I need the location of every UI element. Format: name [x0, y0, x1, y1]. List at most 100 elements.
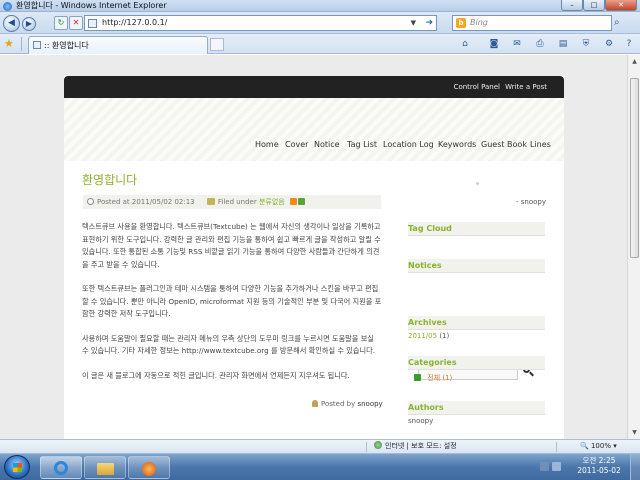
blog-page: Control Panel Write a Post Home Cover No…: [64, 76, 564, 439]
stop-icon[interactable]: ✕: [69, 16, 83, 30]
feeds-icon[interactable]: ◙: [487, 38, 501, 50]
clock-time: 오전 2:25: [582, 456, 616, 465]
scroll-down-icon[interactable]: ▼: [630, 428, 639, 437]
tools-gear-icon[interactable]: ⚙: [602, 38, 616, 50]
tag-cloud-heading: Tag Cloud: [408, 222, 545, 236]
nav-cover[interactable]: Cover: [285, 140, 308, 149]
back-button[interactable]: ◀: [3, 15, 20, 32]
search-magnifier-icon[interactable]: ⌕: [614, 17, 620, 28]
help-icon[interactable]: ?: [622, 38, 636, 50]
nav-lines[interactable]: Lines: [530, 140, 551, 149]
tab-divider: [21, 37, 22, 51]
write-post-link[interactable]: Write a Post: [505, 76, 547, 98]
control-panel-link[interactable]: Control Panel: [454, 76, 500, 98]
media-player-icon: [142, 462, 156, 476]
post-author[interactable]: snoopy: [357, 400, 382, 408]
search-placeholder[interactable]: Bing: [470, 16, 488, 30]
blog-header: Home Cover Notice Tag List Location Log …: [64, 98, 564, 161]
post-paragraph: 텍스트큐브 사용을 환영합니다. 텍스트큐브(Textcube) 는 웹에서 자…: [82, 222, 381, 269]
folder-icon: [206, 198, 215, 205]
filed-under-label: Filed under: [217, 198, 257, 206]
mail-icon[interactable]: ✉: [510, 38, 524, 50]
nav-location-log[interactable]: Location Log: [383, 140, 434, 149]
nav-guest-book[interactable]: Guest Book: [481, 140, 527, 149]
clock-icon: [87, 198, 94, 205]
trackback-icon[interactable]: [297, 198, 305, 205]
nav-home[interactable]: Home: [255, 140, 279, 149]
category-count: (1): [442, 374, 453, 382]
taskbar-media-player-button[interactable]: [128, 456, 170, 479]
page-menu-icon[interactable]: ▤: [556, 38, 570, 50]
posted-at: Posted at 2011/05/02 02:13: [97, 198, 195, 206]
status-divider: [556, 442, 557, 452]
post-content: 환영합니다 Posted at 2011/05/02 02:13 Filed u…: [82, 171, 383, 408]
system-clock[interactable]: 오전 2:25 2011-05-02: [572, 456, 626, 476]
nav-notice[interactable]: Notice: [314, 140, 340, 149]
address-dropdown-icon[interactable]: ▼: [411, 16, 416, 30]
search-box[interactable]: b Bing: [452, 15, 612, 31]
address-bar[interactable]: http://127.0.0.1/ ▼ ➜: [84, 15, 437, 31]
tab-favicon-icon: [33, 41, 41, 49]
tray-network-icon[interactable]: [552, 462, 561, 471]
ie-window: 환영합니다 - Windows Internet Explorer – □ ✕ …: [0, 0, 640, 480]
close-button[interactable]: ✕: [605, 0, 637, 11]
folder-icon: [97, 463, 114, 475]
go-arrow-icon[interactable]: ➜: [425, 16, 433, 30]
post-body: 텍스트큐브 사용을 환영합니다. 텍스트큐브(Textcube) 는 웹에서 자…: [82, 221, 382, 394]
print-icon[interactable]: ⎙: [533, 38, 547, 50]
nav-keywords[interactable]: Keywords: [438, 140, 476, 149]
ie-app-icon: [3, 2, 12, 11]
author-item[interactable]: snoopy: [408, 417, 433, 425]
post-meta: Posted at 2011/05/02 02:13 Filed under 분…: [83, 195, 381, 209]
scroll-up-icon[interactable]: ▲: [630, 57, 639, 66]
tab-label: :: 환영합니다: [44, 41, 89, 50]
zone-text: 인터넷 | 보호 모드: 설정: [385, 442, 457, 450]
taskbar: 오전 2:25 2011-05-02: [0, 453, 640, 480]
navigation-bar: ◀ ▶ ↻ ✕ http://127.0.0.1/ ▼ ➜ b Bing ⌕: [0, 12, 640, 34]
home-icon[interactable]: ⌂: [458, 38, 472, 50]
address-url[interactable]: http://127.0.0.1/: [102, 16, 167, 30]
posted-by-label: Posted by: [321, 400, 356, 408]
archive-count: (1): [439, 332, 450, 340]
scroll-thumb[interactable]: [630, 78, 639, 258]
nav-tag-list[interactable]: Tag List: [347, 140, 377, 149]
favorites-star-icon[interactable]: ★: [4, 37, 14, 50]
safety-menu-icon[interactable]: ⛨: [579, 38, 593, 50]
tray-flag-icon[interactable]: [540, 462, 549, 471]
maximize-button[interactable]: □: [583, 0, 605, 11]
blogger-name: - snoopy: [516, 198, 546, 206]
zoom-value: 100%: [590, 442, 611, 450]
posted-by: Posted by snoopy: [312, 400, 383, 408]
admin-bar: Control Panel Write a Post: [64, 76, 564, 98]
minimize-button[interactable]: –: [561, 0, 583, 11]
category-all-link[interactable]: 전체: [427, 374, 440, 382]
new-tab-button[interactable]: [210, 38, 224, 51]
post-paragraph: 또한 텍스트큐브는 플러그인과 테마 시스템을 통하여 다양한 기능을 추가하거…: [82, 284, 382, 318]
rss-icon[interactable]: [289, 198, 297, 205]
category-rss-icon[interactable]: [414, 374, 421, 381]
blogger-dot: [476, 182, 479, 185]
security-zone[interactable]: 인터넷 | 보호 모드: 설정: [374, 440, 457, 453]
post-title[interactable]: 환영합니다: [82, 171, 382, 188]
globe-icon: [374, 441, 382, 449]
status-bar: 인터넷 | 보호 모드: 설정 🔍 100% ▾: [0, 439, 640, 453]
forward-button[interactable]: ▶: [22, 17, 36, 31]
start-button[interactable]: [4, 455, 30, 479]
categories-heading: Categories: [408, 356, 545, 370]
archive-month-link[interactable]: 2011/05: [408, 332, 437, 340]
archive-item: 2011/05 (1): [408, 332, 449, 340]
vertical-scrollbar[interactable]: ▲ ▼: [627, 55, 640, 439]
page-favicon-icon: [88, 19, 97, 28]
post-category-link[interactable]: 분류없음: [259, 198, 285, 206]
ie-icon: [54, 461, 68, 475]
zoom-level[interactable]: 🔍 100% ▾: [580, 440, 617, 453]
show-desktop-button[interactable]: [630, 454, 640, 480]
taskbar-explorer-button[interactable]: [84, 456, 126, 479]
person-icon: [312, 400, 318, 407]
refresh-icon[interactable]: ↻: [54, 16, 68, 30]
status-divider: [366, 442, 367, 452]
taskbar-ie-button[interactable]: [40, 456, 82, 479]
page-viewport: Control Panel Write a Post Home Cover No…: [0, 55, 627, 439]
notices-heading: Notices: [408, 259, 545, 273]
tab-current[interactable]: :: 환영합니다: [28, 36, 208, 54]
